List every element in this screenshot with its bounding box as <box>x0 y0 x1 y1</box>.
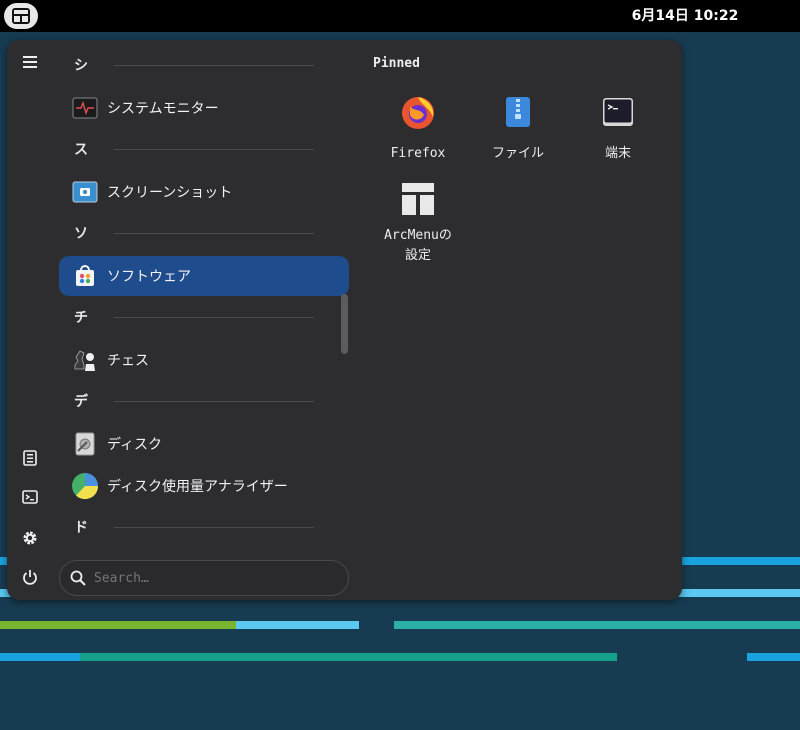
terminal-shortcut-button[interactable] <box>15 482 45 512</box>
app-item-chess[interactable]: チェス <box>59 340 349 380</box>
category-header: ド <box>59 512 314 542</box>
category-header: チ <box>59 302 314 332</box>
chess-icon <box>71 346 99 374</box>
files-icon <box>496 90 540 134</box>
power-button[interactable] <box>15 562 45 592</box>
software-icon <box>71 262 99 290</box>
clock[interactable]: 6月14日 10:22 <box>620 0 750 32</box>
arcmenu-settings-icon <box>396 182 440 216</box>
arcmenu-popup: シ システムモニター ス スクリーンショット ソ ソフトウェア チ チェス デ … <box>7 40 682 600</box>
app-item-screenshot[interactable]: スクリーンショット <box>59 172 349 212</box>
app-list[interactable]: シ システムモニター ス スクリーンショット ソ ソフトウェア チ チェス デ … <box>59 40 349 550</box>
firefox-icon <box>396 90 440 134</box>
activities-button[interactable] <box>4 3 38 29</box>
category-header: デ <box>59 386 314 416</box>
category-header: シ <box>59 50 314 80</box>
search-input[interactable] <box>92 569 316 587</box>
terminal-icon <box>596 90 640 134</box>
pinned-title: Pinned <box>373 56 420 71</box>
category-header: ソ <box>59 218 314 248</box>
screenshot-icon <box>71 178 99 206</box>
app-item-disks[interactable]: ディスク <box>59 424 349 464</box>
terminal-icon <box>22 490 38 504</box>
layout-icon <box>12 8 30 24</box>
pinned-item-arcmenu-settings[interactable]: ArcMenuの設定 <box>368 174 468 264</box>
search-icon <box>70 570 86 586</box>
category-header: ス <box>59 134 314 164</box>
app-list-scrollbar[interactable] <box>341 294 348 354</box>
wallpaper-stripe <box>0 653 80 661</box>
app-item-software[interactable]: ソフトウェア <box>59 256 349 296</box>
settings-button[interactable] <box>15 523 45 553</box>
search-box[interactable] <box>59 560 349 596</box>
wallpaper-stripe <box>747 653 800 661</box>
gear-icon <box>23 531 37 545</box>
pinned-item-firefox[interactable]: Firefox <box>368 82 468 172</box>
document-icon <box>23 450 37 466</box>
wallpaper-stripe <box>80 653 617 661</box>
disk-usage-analyzer-icon <box>71 472 99 500</box>
hamburger-icon <box>23 56 37 68</box>
wallpaper-stripe <box>394 621 800 629</box>
disks-icon <box>71 430 99 458</box>
pinned-item-files[interactable]: ファイル <box>468 82 568 172</box>
top-bar: 6月14日 10:22 <box>0 0 800 32</box>
power-icon <box>23 570 37 585</box>
hamburger-menu-button[interactable] <box>15 47 45 77</box>
app-item-disk-usage-analyzer[interactable]: ディスク使用量アナライザー <box>59 466 349 506</box>
pinned-item-terminal[interactable]: 端末 <box>568 82 668 172</box>
wallpaper-stripe <box>0 621 236 629</box>
documents-button[interactable] <box>15 443 45 473</box>
app-item-system-monitor[interactable]: システムモニター <box>59 88 349 128</box>
wallpaper-stripe <box>236 621 359 629</box>
system-monitor-icon <box>71 94 99 122</box>
